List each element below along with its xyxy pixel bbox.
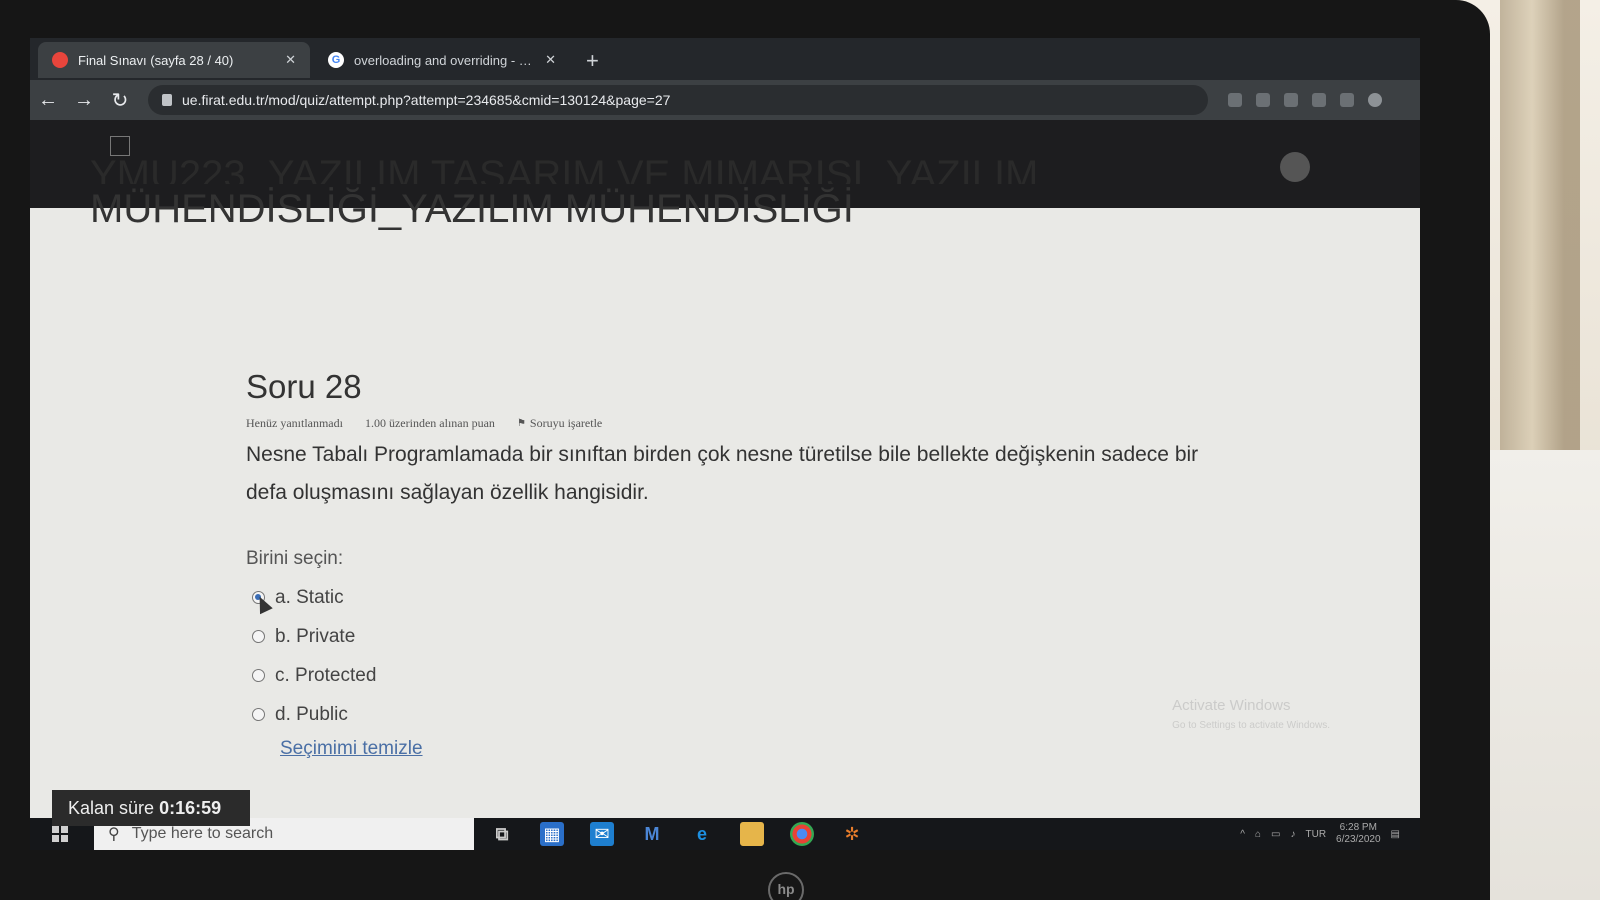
university-logo-icon: [110, 136, 130, 156]
google-tab-icon: G: [328, 52, 344, 68]
browser-tabbar: Final Sınavı (sayfa 28 / 40) ✕ G overloa…: [30, 38, 1420, 80]
question-text: Nesne Tabalı Programlamada bir sınıftan …: [246, 443, 1199, 504]
flag-question-link[interactable]: ⚑ Soruyu işaretle: [517, 416, 602, 431]
task-view-icon[interactable]: ⧉: [490, 822, 514, 846]
blender-icon[interactable]: ✲: [840, 822, 864, 846]
clock[interactable]: 6:28 PM 6/23/2020: [1336, 822, 1381, 846]
lock-icon: [162, 94, 172, 106]
radio-button[interactable]: [252, 630, 265, 643]
answer-option-a[interactable]: a. Static: [252, 578, 376, 617]
profile-avatar-icon[interactable]: [1368, 93, 1382, 107]
system-tray: ^ ⌂ ▭ ♪ TUR 6:28 PM 6/23/2020 ▤: [1240, 822, 1400, 846]
back-arrow-icon[interactable]: ←: [30, 89, 66, 112]
network-icon[interactable]: ⌂: [1255, 829, 1261, 840]
battery-icon[interactable]: ▭: [1271, 829, 1280, 840]
tab-final-quiz[interactable]: Final Sınavı (sayfa 28 / 40) ✕: [38, 42, 310, 78]
tab-label: Final Sınavı (sayfa 28 / 40): [78, 52, 234, 68]
chevron-up-icon[interactable]: ^: [1240, 829, 1245, 840]
address-bar[interactable]: ue.firat.edu.tr/mod/quiz/attempt.php?att…: [148, 85, 1208, 115]
url-text: ue.firat.edu.tr/mod/quiz/attempt.php?att…: [182, 92, 671, 108]
activate-windows-watermark: Activate Windows Go to Settings to activ…: [1172, 696, 1330, 736]
forward-arrow-icon[interactable]: →: [66, 89, 102, 112]
tab-google-search[interactable]: G overloading and overriding - Go ✕: [314, 42, 570, 78]
radio-button[interactable]: [252, 669, 265, 682]
search-icon: ⚲: [108, 826, 120, 843]
course-title-line: MÜHENDİSLİĞİ_YAZILIM MÜHENDİSLİĞİ: [90, 187, 854, 231]
taskbar-apps: ⧉ ▦ ✉ M e ✲: [490, 822, 864, 846]
radio-button[interactable]: [252, 708, 265, 721]
user-avatar[interactable]: [1280, 152, 1310, 182]
edge-icon[interactable]: e: [690, 822, 714, 846]
windows-start-icon[interactable]: [52, 826, 68, 842]
timer-label: Kalan süre: [68, 798, 155, 818]
watermark-subtitle: Go to Settings to activate Windows.: [1172, 720, 1330, 731]
answer-option-c[interactable]: c. Protected: [252, 656, 376, 695]
question-heading: Soru 28: [246, 368, 362, 405]
extension-icons: [1228, 93, 1382, 107]
extension-icon[interactable]: [1228, 93, 1242, 107]
watermark-title: Activate Windows: [1172, 697, 1291, 714]
new-tab-icon[interactable]: +: [586, 48, 599, 74]
star-icon[interactable]: [1284, 93, 1298, 107]
course-title: YMU223_YAZILIM TASARIM VE MİMARİSİ_YAZIL…: [90, 160, 1190, 234]
answer-label: d. Public: [275, 703, 348, 725]
answer-option-b[interactable]: b. Private: [252, 617, 376, 656]
tab-label: overloading and overriding - Go: [354, 52, 536, 68]
store-icon[interactable]: ▦: [540, 822, 564, 846]
flag-icon: ⚑: [516, 418, 526, 429]
remaining-time-badge: Kalan süre 0:16:59: [52, 790, 250, 826]
language-indicator[interactable]: TUR: [1305, 829, 1326, 840]
answer-label: a. Static: [275, 586, 344, 608]
reload-icon[interactable]: ↻: [102, 88, 138, 113]
course-title-cut-line: YMU223_YAZILIM TASARIM VE MİMARİSİ_YAZIL…: [90, 160, 1039, 184]
extension-icon[interactable]: [1340, 93, 1354, 107]
timer-value: 0:16:59: [159, 798, 222, 818]
close-icon[interactable]: ✕: [545, 52, 556, 68]
moodle-tab-icon: [52, 52, 68, 68]
search-placeholder: Type here to search: [131, 825, 274, 842]
answer-label: b. Private: [275, 625, 356, 647]
extension-icon[interactable]: [1256, 93, 1270, 107]
answer-label: c. Protected: [275, 664, 377, 686]
mail-icon[interactable]: ✉: [590, 822, 614, 846]
choose-one-label: Birini seçin:: [246, 548, 344, 569]
clock-time: 6:28 PM: [1339, 822, 1377, 833]
clear-selection-link[interactable]: Seçimimi temizle: [280, 738, 423, 760]
app-m-icon[interactable]: M: [640, 822, 664, 846]
volume-icon[interactable]: ♪: [1290, 829, 1295, 840]
file-explorer-icon[interactable]: [740, 822, 764, 846]
laptop-bezel: hp Final Sınavı (sayfa 28 / 40) ✕ G over…: [0, 0, 1490, 900]
chrome-icon[interactable]: [790, 822, 814, 846]
notifications-icon[interactable]: ▤: [1391, 829, 1400, 840]
laptop-screen: Final Sınavı (sayfa 28 / 40) ✕ G overloa…: [30, 38, 1420, 850]
question-points: 1.00 üzerinden alınan puan: [364, 416, 495, 430]
question-status: Henüz yanıtlanmadı: [246, 416, 343, 430]
close-icon[interactable]: ✕: [285, 52, 296, 68]
extension-icon[interactable]: [1312, 93, 1326, 107]
flag-label: Soruyu işaretle: [529, 416, 603, 430]
clock-date: 6/23/2020: [1336, 834, 1381, 845]
answer-list: a. Static b. Private c. Protected d. Pub…: [252, 578, 376, 734]
hp-logo: hp: [768, 872, 804, 900]
question-meta: Henüz yanıtlanmadı 1.00 üzerinden alınan…: [246, 416, 602, 431]
answer-option-d[interactable]: d. Public: [252, 695, 376, 734]
curtain: [1500, 0, 1580, 480]
browser-toolbar: ← → ↻ ue.firat.edu.tr/mod/quiz/attempt.p…: [30, 80, 1420, 120]
